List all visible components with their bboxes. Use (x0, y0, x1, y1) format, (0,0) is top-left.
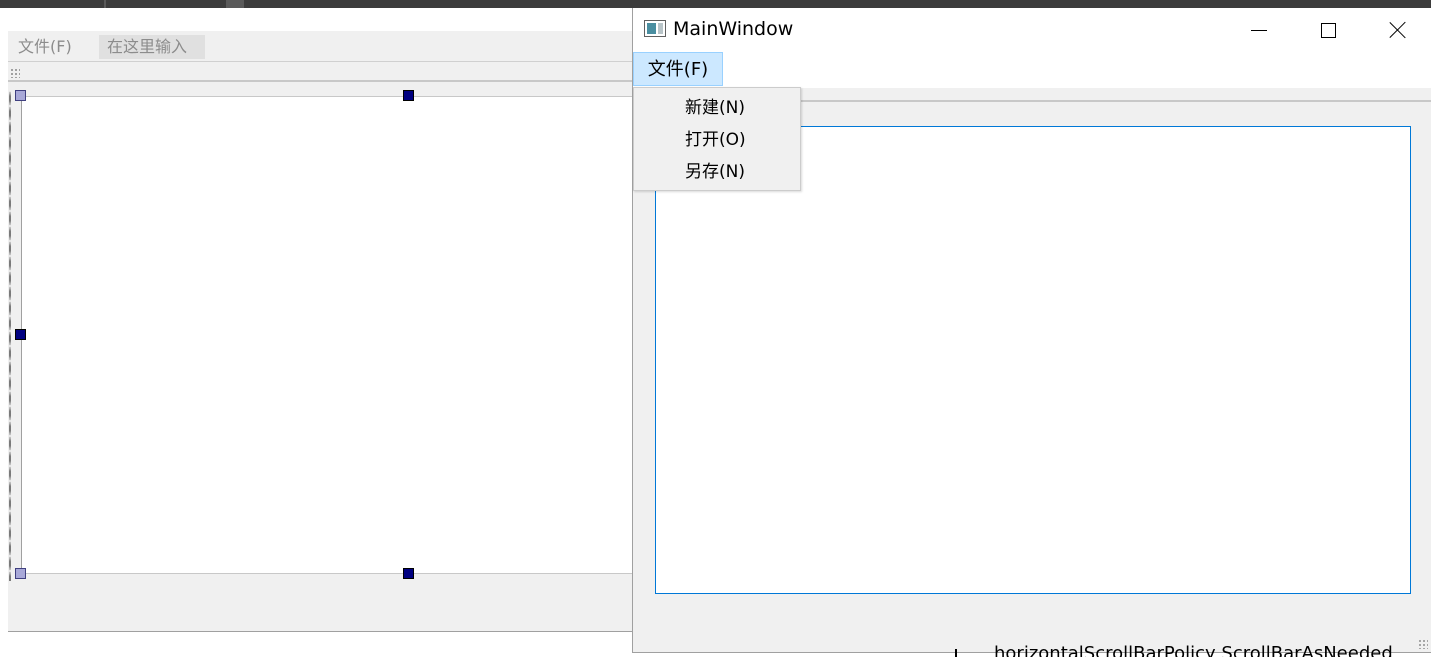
minimize-icon (1251, 29, 1267, 31)
file-menu-dropdown: 新建(N) 打开(O) 另存(N) (633, 87, 801, 191)
close-button[interactable] (1375, 8, 1421, 52)
close-icon (1389, 21, 1407, 39)
top-strip (0, 0, 1431, 8)
size-grip-icon[interactable] (1418, 639, 1428, 649)
menu-item-save-as[interactable]: 另存(N) (634, 156, 800, 188)
designer-menubar: 文件(F) 在这里输入 (8, 31, 632, 62)
strip-tab (226, 0, 244, 8)
text-edit[interactable] (655, 126, 1411, 594)
property-editor-text: horizontalScrollBarPolicy ScrollBarAsNee… (994, 643, 1393, 657)
toolbar-grip-icon[interactable] (10, 68, 20, 78)
selection-handle-mid-left[interactable] (15, 329, 26, 340)
menu-item-new[interactable]: 新建(N) (634, 92, 800, 124)
designer-text-edit[interactable] (21, 96, 632, 574)
window-title: MainWindow (673, 18, 794, 40)
designer-form: 文件(F) 在这里输入 (8, 31, 632, 632)
property-row-marker (955, 649, 957, 657)
minimize-button[interactable] (1236, 8, 1282, 52)
layout-grid-dots-bottom (28, 584, 632, 586)
selection-handle-bottom-left[interactable] (15, 568, 26, 579)
title-bar[interactable]: MainWindow (633, 8, 1431, 52)
designer-menu-type-here[interactable]: 在这里输入 (99, 35, 205, 59)
maximize-icon (1320, 22, 1336, 38)
layout-grid-dots-top (28, 85, 632, 87)
menu-file[interactable]: 文件(F) (633, 52, 723, 86)
menu-bar: 文件(F) (633, 52, 1431, 88)
selection-handle-top-left[interactable] (15, 90, 26, 101)
maximize-button[interactable] (1305, 8, 1351, 52)
app-window-icon (644, 20, 666, 37)
layout-grid-dots-left (9, 91, 11, 581)
strip-separator (104, 0, 106, 8)
menu-item-open[interactable]: 打开(O) (634, 124, 800, 156)
designer-toolbar-area (8, 80, 632, 82)
selection-handle-top-mid[interactable] (403, 90, 414, 101)
designer-menu-file[interactable]: 文件(F) (18, 36, 72, 58)
selection-handle-bottom-mid[interactable] (403, 568, 414, 579)
